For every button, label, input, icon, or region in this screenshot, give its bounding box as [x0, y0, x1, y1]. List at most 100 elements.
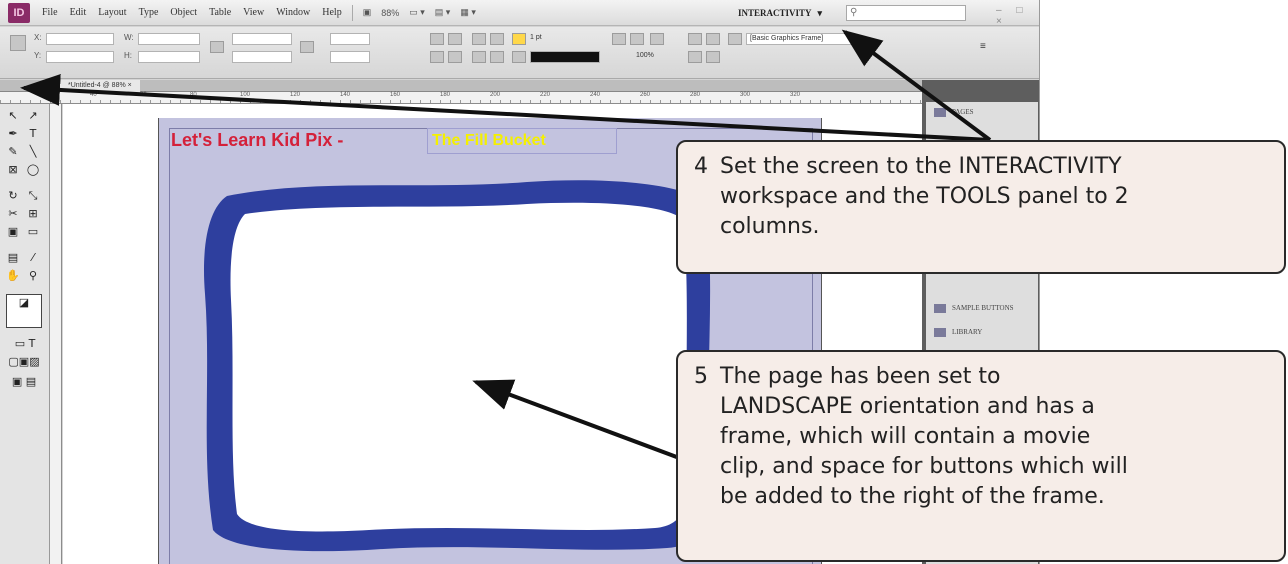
constrain-proportions-icon[interactable] [210, 41, 224, 53]
view-mode-icon[interactable]: ▣ ▤ [4, 374, 44, 390]
x-field[interactable] [46, 33, 114, 45]
note-tool-icon[interactable]: ▤ [4, 250, 22, 266]
stroke-swatch-icon[interactable] [512, 51, 526, 63]
pages-panel-tab[interactable]: PAGES [934, 108, 974, 117]
menu-help[interactable]: Help [322, 7, 341, 18]
stroke-weight-value[interactable]: 1 pt [530, 34, 542, 41]
line-tool-icon[interactable]: ╲ [24, 144, 42, 160]
scale-lock-icon[interactable] [300, 41, 314, 53]
fill-stroke-swatch-icon[interactable]: ◪ [6, 294, 42, 328]
search-icon: ⚲ [850, 7, 858, 18]
callout-step-5: 5 The page has been set to LANDSCAPE ori… [676, 350, 1286, 562]
object-style-icon[interactable] [728, 33, 742, 45]
bridge-button[interactable]: ▣ [363, 7, 372, 18]
fitting-frame-icon[interactable] [612, 33, 626, 45]
workspace-switcher[interactable]: INTERACTIVITY ▾ [732, 4, 828, 22]
zoom-tool-icon[interactable]: ⚲ [24, 268, 42, 284]
opacity-value[interactable]: 100% [636, 52, 654, 59]
ruler-number: 100 [240, 92, 251, 98]
rotate-tool-icon[interactable]: ↻ [4, 188, 22, 204]
menu-table[interactable]: Table [209, 7, 231, 18]
hand-tool-icon[interactable]: ✋ [4, 268, 22, 284]
menu-object[interactable]: Object [170, 7, 197, 18]
ellipse-tool-icon[interactable]: ◯ [24, 162, 42, 178]
sample-buttons-panel-tab[interactable]: SAMPLE BUTTONS [934, 304, 1014, 313]
page-title[interactable]: Let's Learn Kid Pix - [171, 130, 343, 151]
pen-tool-icon[interactable]: ✒ [4, 126, 22, 142]
control-panel: X: Y: W: H: 1 pt 100% [Basic Graphics Fr… [0, 27, 1039, 79]
menu-type[interactable]: Type [139, 7, 159, 18]
callout-5-number: 5 [694, 364, 708, 389]
pencil-tool-icon[interactable]: ✎ [4, 144, 22, 160]
callout-4-line-2: workspace and the TOOLS panel to 2 [720, 184, 1129, 209]
free-transform-tool-icon[interactable]: ⊞ [24, 206, 42, 222]
menu-file[interactable]: File [42, 7, 58, 18]
ruler-number: 220 [540, 92, 551, 98]
select-container-icon[interactable] [472, 33, 486, 45]
rotate-cw-icon[interactable] [430, 33, 444, 45]
object-style-value: [Basic Graphics Frame] [750, 35, 824, 42]
height-field[interactable] [138, 51, 200, 63]
movie-frame[interactable] [197, 174, 717, 554]
type-tool-icon[interactable]: T [24, 126, 42, 142]
title-text-frame[interactable]: The Fill Bucket [427, 128, 617, 154]
distribute-icon[interactable] [688, 51, 702, 63]
view-options-icon[interactable]: ▭ ▾ [409, 7, 425, 18]
rotation-field[interactable] [330, 33, 370, 45]
callout-4-number: 4 [694, 154, 708, 179]
rotate-ccw-icon[interactable] [448, 33, 462, 45]
formatting-affects-icon[interactable]: ▭ T [10, 336, 40, 352]
eyedropper-tool-icon[interactable]: ⁄ [24, 250, 42, 266]
select-previous-icon[interactable] [472, 51, 486, 63]
zoom-level-select[interactable]: 88% [381, 8, 399, 18]
direct-selection-tool-icon[interactable]: ↗ [24, 108, 42, 124]
window-controls[interactable]: – □ × [996, 5, 1039, 27]
rectangle-frame-tool-icon[interactable]: ⊠ [4, 162, 22, 178]
scale-x-field[interactable] [232, 33, 292, 45]
flip-horizontal-icon[interactable] [430, 51, 444, 63]
menu-layout[interactable]: Layout [98, 7, 126, 18]
menu-separator [351, 4, 353, 21]
screen-mode-icon[interactable]: ▤ ▾ [435, 7, 451, 18]
search-input[interactable]: ⚲ [846, 5, 966, 21]
fitting-content-icon[interactable] [630, 33, 644, 45]
callout-step-4: 4 Set the screen to the INTERACTIVITY wo… [676, 140, 1286, 274]
gradient-feather-tool-icon[interactable]: ▭ [24, 224, 42, 240]
menu-window[interactable]: Window [276, 7, 310, 18]
scale-y-field[interactable] [232, 51, 292, 63]
select-next-icon[interactable] [490, 51, 504, 63]
tools-panel: ↖ ↗ ✒ T ✎ ╲ ⊠ ◯ ↻ ⤡ ✂ ⊞ ▣ ▭ ▤ ⁄ ✋ ⚲ ◪ ▭ … [0, 104, 50, 564]
reference-point-icon[interactable] [10, 35, 26, 51]
apply-color-icon[interactable]: ▢▣▨ [4, 354, 44, 370]
menu-edit[interactable]: Edit [70, 7, 87, 18]
select-content-icon[interactable] [490, 33, 504, 45]
y-field[interactable] [46, 51, 114, 63]
flip-vertical-icon[interactable] [448, 51, 462, 63]
align-left-icon[interactable] [688, 33, 702, 45]
horizontal-ruler[interactable]: 40 60 80 100 120 140 160 180 200 220 240… [0, 92, 922, 104]
stroke-type-select[interactable] [530, 51, 600, 63]
object-style-select[interactable]: [Basic Graphics Frame] [746, 33, 854, 45]
menu-bar: ID File Edit Layout Type Object Table Vi… [0, 0, 1039, 27]
panel-menu-icon[interactable]: ≡ [980, 41, 986, 52]
library-label: LIBRARY [952, 328, 983, 337]
scale-tool-icon[interactable]: ⤡ [24, 188, 42, 204]
document-tab[interactable]: *Untitled-4 @ 88% × [60, 80, 140, 92]
width-field[interactable] [138, 33, 200, 45]
vertical-ruler[interactable] [50, 104, 62, 564]
fill-swatch-icon[interactable] [512, 33, 526, 45]
ruler-number: 40 [90, 92, 97, 98]
effects-fx-icon[interactable] [650, 33, 664, 45]
shear-field[interactable] [330, 51, 370, 63]
menu-view[interactable]: View [243, 7, 264, 18]
scissors-tool-icon[interactable]: ✂ [4, 206, 22, 222]
selection-tool-icon[interactable]: ↖ [4, 108, 22, 124]
library-panel-tab[interactable]: LIBRARY [934, 328, 982, 337]
app-logo-icon[interactable]: ID [8, 2, 30, 23]
arrange-documents-icon[interactable]: ▦ ▾ [460, 7, 476, 18]
text-wrap-icon[interactable] [706, 51, 720, 63]
align-center-icon[interactable] [706, 33, 720, 45]
ruler-number: 200 [490, 92, 501, 98]
gradient-swatch-tool-icon[interactable]: ▣ [4, 224, 22, 240]
library-icon [934, 328, 946, 337]
